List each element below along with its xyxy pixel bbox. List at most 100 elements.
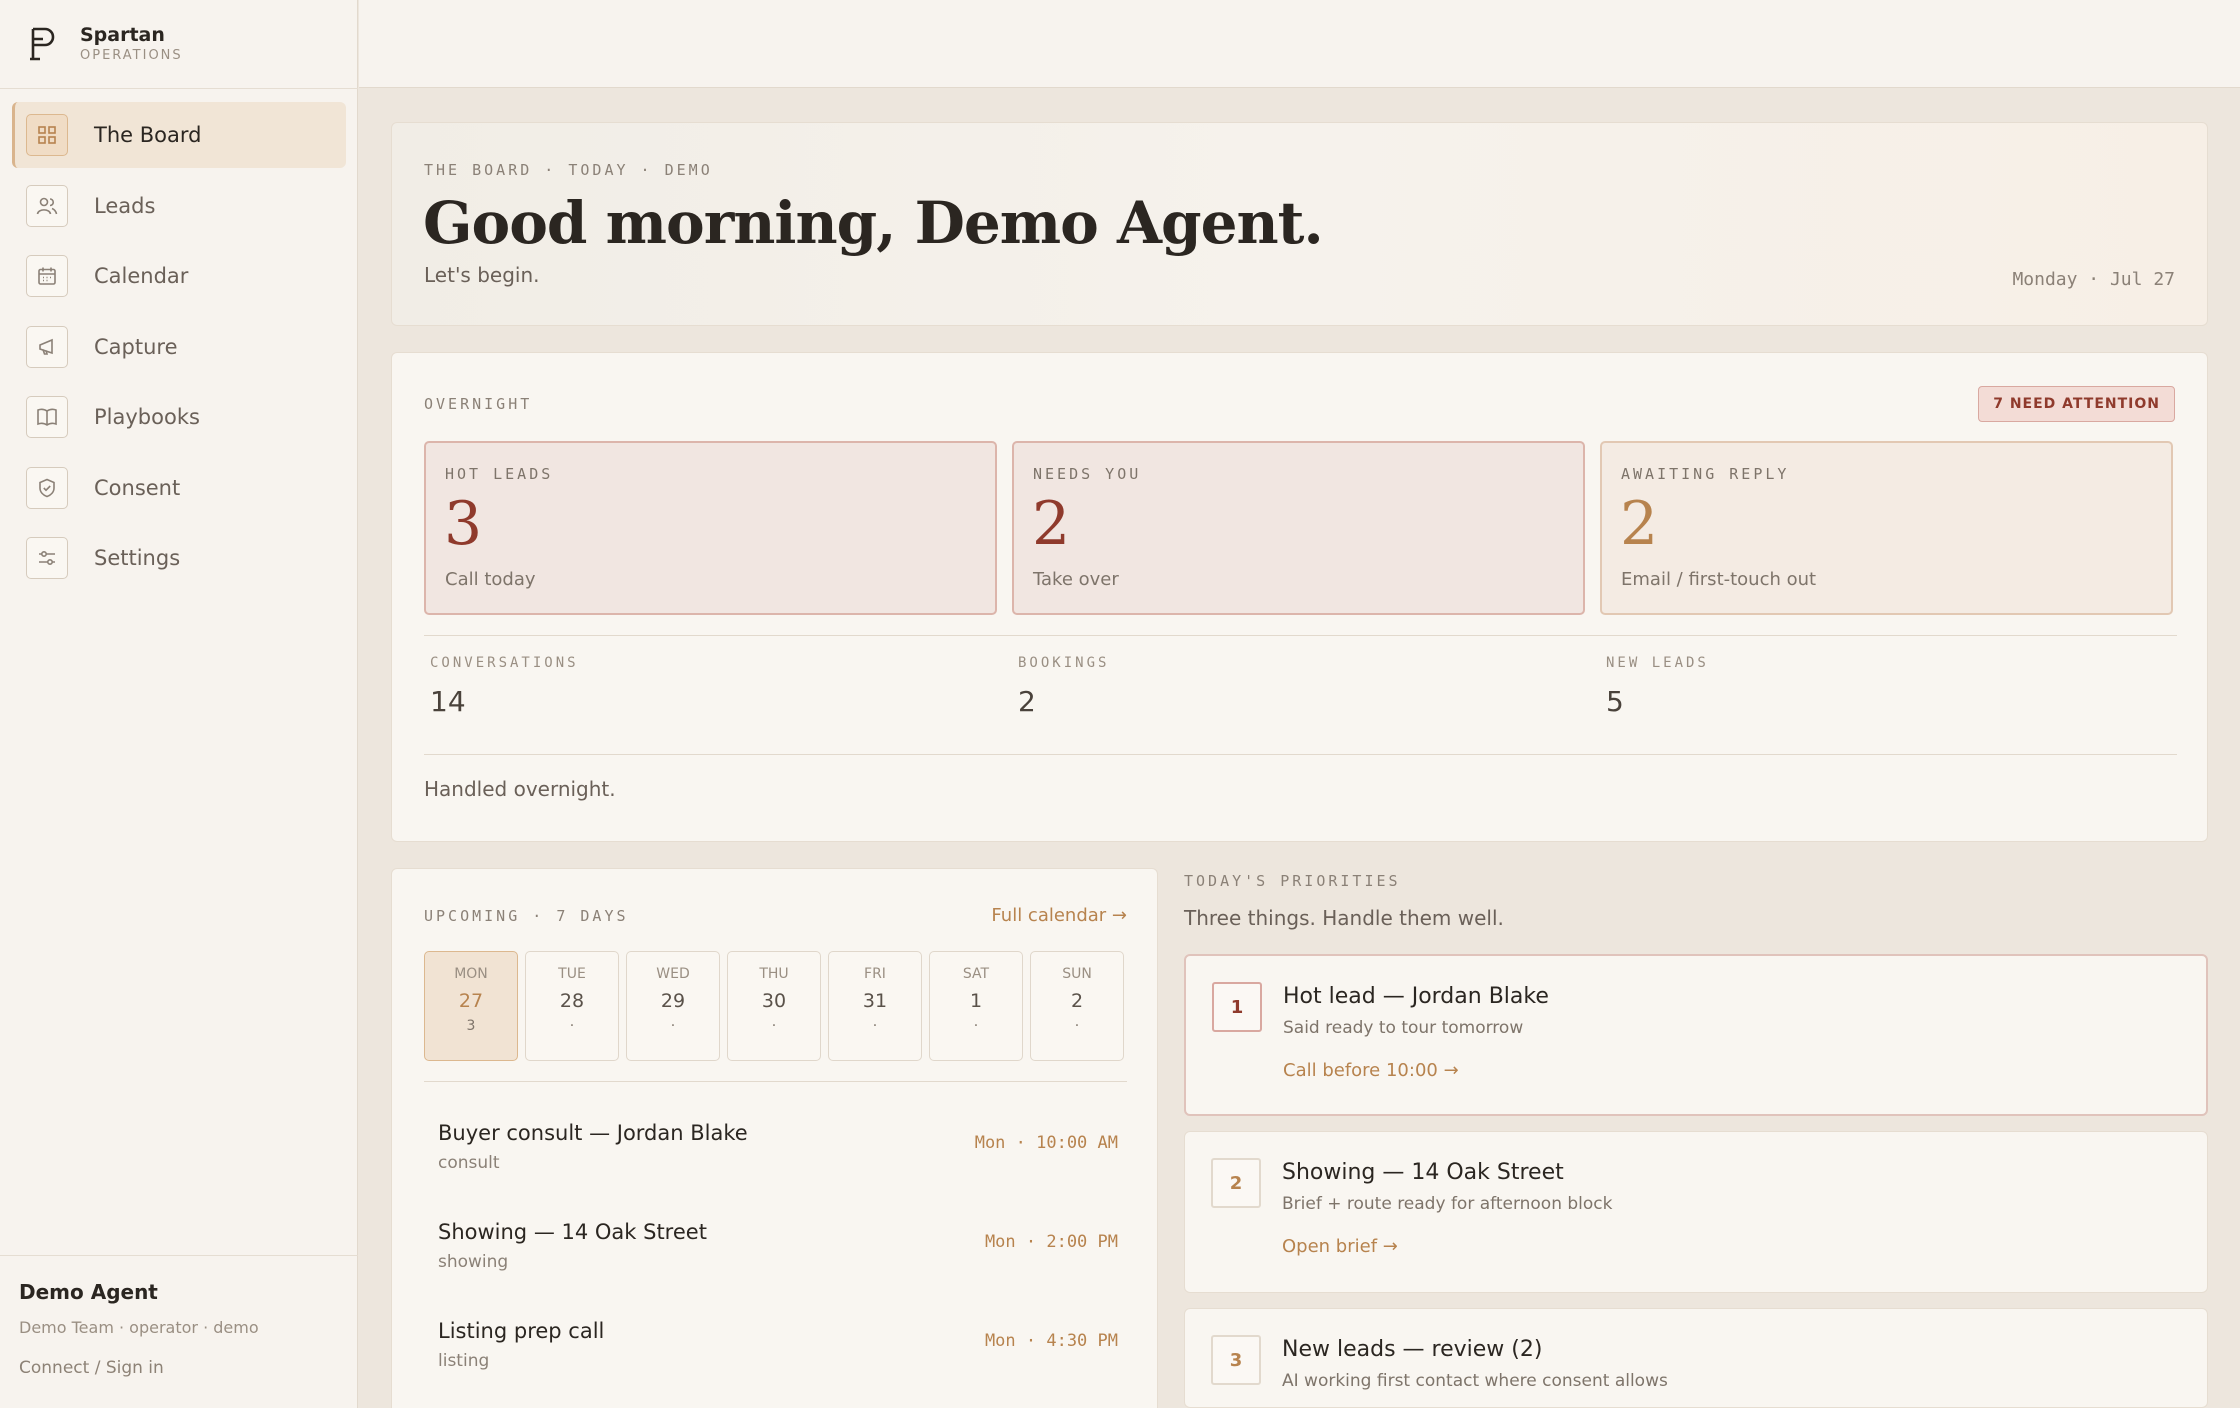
priorities-subtitle: Three things. Handle them well. <box>1184 906 1504 930</box>
stat-value: 3 <box>444 489 483 559</box>
sidebar-item-consent[interactable]: Consent <box>12 455 346 521</box>
priority-action-link[interactable]: Open brief → <box>1282 1236 1398 1257</box>
stat-label: NEEDS YOU <box>1033 465 1142 483</box>
day-event-count: 3 <box>466 1018 476 1034</box>
divider <box>0 1255 358 1256</box>
day-name: THU <box>759 966 789 982</box>
day-thu[interactable]: THU 30 · <box>727 951 821 1061</box>
shield-icon <box>26 466 68 509</box>
bookings-metric: BOOKINGS 2 <box>1018 655 1109 718</box>
priority-description: AI working first contact where consent a… <box>1282 1371 1668 1391</box>
sidebar-item-settings[interactable]: Settings <box>12 525 346 591</box>
hot-leads-stat[interactable]: HOT LEADS 3 Call today <box>424 441 997 615</box>
day-sat[interactable]: SAT 1 · <box>929 951 1023 1061</box>
day-number: 2 <box>1070 990 1084 1012</box>
sidebar-item-label: Settings <box>94 546 181 570</box>
day-fri[interactable]: FRI 31 · <box>828 951 922 1061</box>
connect-sign-in-link[interactable]: Connect / Sign in <box>19 1358 164 1378</box>
day-event-count: · <box>771 1018 777 1034</box>
priority-card[interactable]: 2 Showing — 14 Oak Street Brief + route … <box>1184 1131 2208 1293</box>
spartan-logo-icon <box>30 27 55 60</box>
conversations-metric: CONVERSATIONS 14 <box>430 655 579 718</box>
megaphone-icon <box>26 325 68 368</box>
sidebar-nav: The Board Leads Calendar Capture Playboo… <box>12 102 346 596</box>
day-name: WED <box>656 966 690 982</box>
day-number: 28 <box>559 990 585 1012</box>
stat-description: Email / first-touch out <box>1621 569 1817 590</box>
sidebar-item-label: The Board <box>94 123 202 147</box>
calendar-icon <box>26 255 68 297</box>
event-time: Mon · 4:30 PM <box>984 1331 1118 1351</box>
book-icon <box>26 396 68 438</box>
priority-card[interactable]: 1 Hot lead — Jordan Blake Said ready to … <box>1184 954 2208 1116</box>
event-time: Mon · 10:00 AM <box>974 1133 1118 1153</box>
day-mon[interactable]: MON 27 3 <box>424 951 518 1061</box>
day-number: 27 <box>458 990 484 1012</box>
overnight-footer: Handled overnight. <box>424 777 616 801</box>
full-calendar-link[interactable]: Full calendar → <box>991 905 1127 926</box>
day-event-count: · <box>973 1018 979 1034</box>
priority-description: Brief + route ready for afternoon block <box>1282 1194 1613 1214</box>
sidebar-item-label: Calendar <box>94 264 189 288</box>
day-tue[interactable]: TUE 28 · <box>525 951 619 1061</box>
priority-card[interactable]: 3 New leads — review (2) AI working firs… <box>1184 1308 2208 1408</box>
day-number: 31 <box>862 990 888 1012</box>
page-title: Good morning, Demo Agent. <box>423 189 1324 257</box>
brand[interactable]: Spartan OPERATIONS <box>28 24 183 63</box>
priority-action-link[interactable]: Call before 10:00 → <box>1283 1060 1459 1081</box>
priority-number: 3 <box>1211 1335 1261 1385</box>
divider <box>424 635 2177 636</box>
sidebar-item-capture[interactable]: Capture <box>12 314 346 380</box>
section-label: UPCOMING · 7 DAYS <box>424 907 629 925</box>
day-sun[interactable]: SUN 2 · <box>1030 951 1124 1061</box>
day-number: 30 <box>761 990 787 1012</box>
upcoming-card: UPCOMING · 7 DAYS Full calendar → MON 27… <box>391 868 1158 1408</box>
day-name: SUN <box>1062 966 1092 982</box>
event-item[interactable]: Listing prep call listing Mon · 4:30 PM <box>438 1319 1118 1371</box>
sidebar-item-label: Capture <box>94 334 178 359</box>
sidebar-item-calendar[interactable]: Calendar <box>12 243 346 309</box>
sidebar-item-leads[interactable]: Leads <box>12 173 346 239</box>
sidebar-item-the-board[interactable]: The Board <box>12 102 346 168</box>
day-event-count: · <box>569 1018 575 1034</box>
metric-label: BOOKINGS <box>1018 655 1110 671</box>
sidebar-item-label: Leads <box>94 193 156 218</box>
event-type: showing <box>438 1252 509 1272</box>
stat-value: 2 <box>1620 489 1659 559</box>
top-bar <box>359 0 2240 88</box>
day-name: TUE <box>558 966 586 982</box>
day-number: 1 <box>969 990 983 1012</box>
sidebar-item-playbooks[interactable]: Playbooks <box>12 384 346 450</box>
divider <box>424 754 2177 755</box>
sliders-icon <box>26 537 68 579</box>
overnight-card: OVERNIGHT 7 NEED ATTENTION HOT LEADS 3 C… <box>391 352 2208 842</box>
sidebar-item-label: Playbooks <box>94 405 200 429</box>
needs-you-stat[interactable]: NEEDS YOU 2 Take over <box>1012 441 1585 615</box>
day-name: SAT <box>962 966 990 982</box>
day-name: FRI <box>864 966 886 982</box>
section-label: OVERNIGHT <box>424 395 533 413</box>
day-event-count: · <box>872 1018 878 1034</box>
stat-label: HOT LEADS <box>445 465 554 483</box>
metric-value: 2 <box>1018 685 1036 718</box>
metric-value: 5 <box>1606 685 1624 718</box>
day-wed[interactable]: WED 29 · <box>626 951 720 1061</box>
event-item[interactable]: Buyer consult — Jordan Blake consult Mon… <box>438 1121 1118 1173</box>
event-item[interactable]: Showing — 14 Oak Street showing Mon · 2:… <box>438 1220 1118 1272</box>
current-date: Monday · Jul 27 <box>2012 269 2175 290</box>
brand-subtitle: OPERATIONS <box>80 48 183 63</box>
priority-title: Hot lead — Jordan Blake <box>1283 984 1549 1009</box>
awaiting-reply-stat[interactable]: AWAITING REPLY 2 Email / first-touch out <box>1600 441 2173 615</box>
stat-label: AWAITING REPLY <box>1621 465 1790 483</box>
brand-name: Spartan <box>80 24 165 46</box>
metric-label: CONVERSATIONS <box>430 655 579 671</box>
attention-badge[interactable]: 7 NEED ATTENTION <box>1978 386 2175 422</box>
stat-description: Take over <box>1033 569 1119 590</box>
user-name: Demo Agent <box>19 1280 158 1304</box>
stat-value: 2 <box>1032 489 1071 559</box>
priority-number: 1 <box>1212 982 1262 1032</box>
greeting-subtitle: Let's begin. <box>424 263 540 287</box>
priority-title: Showing — 14 Oak Street <box>1282 1160 1564 1185</box>
event-type: consult <box>438 1153 500 1173</box>
priority-number: 2 <box>1211 1158 1261 1208</box>
